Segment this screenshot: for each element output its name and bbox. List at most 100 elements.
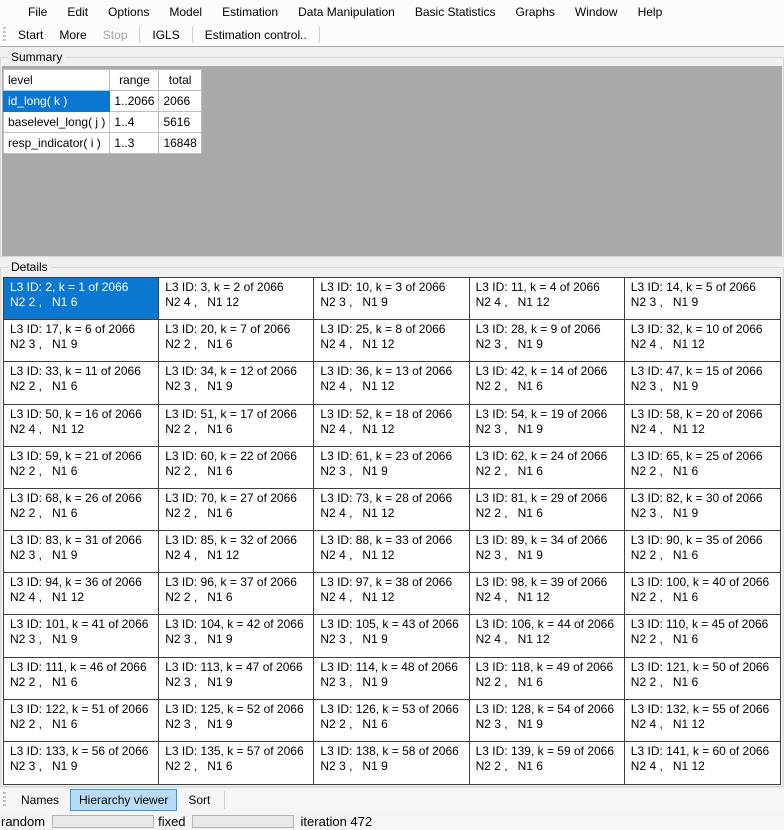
cell-counts-line: N2 2 , N1 6 [10,717,156,732]
toolbar-button-igls[interactable]: IGLS [144,24,187,46]
hierarchy-cell-k55[interactable]: L3 ID: 132, k = 55 of 2066N2 4 , N1 12 [625,700,780,742]
hierarchy-cell-k50[interactable]: L3 ID: 121, k = 50 of 2066N2 2 , N1 6 [625,658,780,700]
menu-item-edit[interactable]: Edit [57,1,98,23]
hierarchy-cell-k20[interactable]: L3 ID: 58, k = 20 of 2066N2 4 , N1 12 [625,405,780,447]
hierarchy-cell-k60[interactable]: L3 ID: 141, k = 60 of 2066N2 4 , N1 12 [625,742,780,784]
menu-item-data-manipulation[interactable]: Data Manipulation [288,1,405,23]
hierarchy-cell-k59[interactable]: L3 ID: 139, k = 59 of 2066N2 2 , N1 6 [470,742,625,784]
hierarchy-cell-k6[interactable]: L3 ID: 17, k = 6 of 2066N2 3 , N1 9 [4,320,159,362]
menu-item-help[interactable]: Help [628,1,673,23]
summary-row-id-long-k[interactable]: id_long( k )1..20662066 [4,91,202,112]
hierarchy-cell-k49[interactable]: L3 ID: 118, k = 49 of 2066N2 2 , N1 6 [470,658,625,700]
hierarchy-cell-k44[interactable]: L3 ID: 106, k = 44 of 2066N2 4 , N1 12 [470,615,625,657]
tab-names[interactable]: Names [12,789,68,811]
hierarchy-cell-k42[interactable]: L3 ID: 104, k = 42 of 2066N2 3 , N1 9 [159,615,314,657]
hierarchy-cell-k4[interactable]: L3 ID: 11, k = 4 of 2066N2 4 , N1 12 [470,278,625,320]
toolbar-gripper-handle[interactable] [3,27,6,43]
hierarchy-cell-k24[interactable]: L3 ID: 62, k = 24 of 2066N2 2 , N1 6 [470,447,625,489]
cell-counts-line: N2 4 , N1 12 [476,590,622,605]
hierarchy-cell-k58[interactable]: L3 ID: 138, k = 58 of 2066N2 3 , N1 9 [314,742,469,784]
hierarchy-cell-k54[interactable]: L3 ID: 128, k = 54 of 2066N2 3 , N1 9 [470,700,625,742]
hierarchy-cell-k18[interactable]: L3 ID: 52, k = 18 of 2066N2 4 , N1 12 [314,405,469,447]
hierarchy-cell-k47[interactable]: L3 ID: 113, k = 47 of 2066N2 3 , N1 9 [159,658,314,700]
toolbar-button-start[interactable]: Start [10,24,51,46]
hierarchy-cell-k25[interactable]: L3 ID: 65, k = 25 of 2066N2 2 , N1 6 [625,447,780,489]
hierarchy-cell-k37[interactable]: L3 ID: 96, k = 37 of 2066N2 2 , N1 6 [159,573,314,615]
summary-row-baselevel-long-j[interactable]: baselevel_long( j )1..45616 [4,112,202,133]
hierarchy-cell-k35[interactable]: L3 ID: 90, k = 35 of 2066N2 2 , N1 6 [625,531,780,573]
hierarchy-cell-k29[interactable]: L3 ID: 81, k = 29 of 2066N2 2 , N1 6 [470,489,625,531]
hierarchy-cell-k10[interactable]: L3 ID: 32, k = 10 of 2066N2 4 , N1 12 [625,320,780,362]
hierarchy-cell-k30[interactable]: L3 ID: 82, k = 30 of 2066N2 3 , N1 9 [625,489,780,531]
hierarchy-cell-k5[interactable]: L3 ID: 14, k = 5 of 2066N2 3 , N1 9 [625,278,780,320]
cell-counts-line: N2 4 , N1 12 [631,422,778,437]
hierarchy-cell-k1[interactable]: L3 ID: 2, k = 1 of 2066N2 2 , N1 6 [4,278,159,320]
hierarchy-cell-k45[interactable]: L3 ID: 110, k = 45 of 2066N2 2 , N1 6 [625,615,780,657]
hierarchy-cell-k43[interactable]: L3 ID: 105, k = 43 of 2066N2 3 , N1 9 [314,615,469,657]
tab-sort[interactable]: Sort [179,789,219,811]
hierarchy-cell-k48[interactable]: L3 ID: 114, k = 48 of 2066N2 3 , N1 9 [314,658,469,700]
hierarchy-cell-k38[interactable]: L3 ID: 97, k = 38 of 2066N2 4 , N1 12 [314,573,469,615]
tab-hierarchy-viewer[interactable]: Hierarchy viewer [70,789,177,811]
toolbar-button-more[interactable]: More [51,24,94,46]
hierarchy-cell-k41[interactable]: L3 ID: 101, k = 41 of 2066N2 3 , N1 9 [4,615,159,657]
hierarchy-cell-k14[interactable]: L3 ID: 42, k = 14 of 2066N2 2 , N1 6 [470,362,625,404]
cell-id-line: L3 ID: 34, k = 12 of 2066 [165,364,311,379]
menu-item-options[interactable]: Options [98,1,159,23]
summary-section: Summary levelrangetotal id_long( k )1..2… [0,48,784,258]
hierarchy-cell-k8[interactable]: L3 ID: 25, k = 8 of 2066N2 4 , N1 12 [314,320,469,362]
hierarchy-cell-k36[interactable]: L3 ID: 94, k = 36 of 2066N2 4 , N1 12 [4,573,159,615]
hierarchy-cell-k33[interactable]: L3 ID: 88, k = 33 of 2066N2 4 , N1 12 [314,531,469,573]
summary-row-resp-indicator-i[interactable]: resp_indicator( i )1..316848 [4,133,202,154]
cell-id-line: L3 ID: 85, k = 32 of 2066 [165,533,311,548]
summary-column-header-total: total [159,70,201,91]
hierarchy-cell-k11[interactable]: L3 ID: 33, k = 11 of 2066N2 2 , N1 6 [4,362,159,404]
hierarchy-cell-k12[interactable]: L3 ID: 34, k = 12 of 2066N2 3 , N1 9 [159,362,314,404]
toolbar-button-estimation-control[interactable]: Estimation control.. [197,24,315,46]
hierarchy-cell-k40[interactable]: L3 ID: 100, k = 40 of 2066N2 2 , N1 6 [625,573,780,615]
menu-item-estimation[interactable]: Estimation [212,1,288,23]
toolbar: StartMoreStopIGLSEstimation control.. [0,23,784,47]
summary-column-header-range: range [110,70,159,91]
hierarchy-cell-k17[interactable]: L3 ID: 51, k = 17 of 2066N2 2 , N1 6 [159,405,314,447]
hierarchy-cell-k13[interactable]: L3 ID: 36, k = 13 of 2066N2 4 , N1 12 [314,362,469,404]
hierarchy-cell-k34[interactable]: L3 ID: 89, k = 34 of 2066N2 3 , N1 9 [470,531,625,573]
hierarchy-cell-k52[interactable]: L3 ID: 125, k = 52 of 2066N2 3 , N1 9 [159,700,314,742]
hierarchy-cell-k27[interactable]: L3 ID: 70, k = 27 of 2066N2 2 , N1 6 [159,489,314,531]
hierarchy-cell-k57[interactable]: L3 ID: 135, k = 57 of 2066N2 2 , N1 6 [159,742,314,784]
hierarchy-cell-k53[interactable]: L3 ID: 126, k = 53 of 2066N2 2 , N1 6 [314,700,469,742]
hierarchy-cell-k26[interactable]: L3 ID: 68, k = 26 of 2066N2 2 , N1 6 [4,489,159,531]
cell-id-line: L3 ID: 32, k = 10 of 2066 [631,322,778,337]
menu-item-basic-statistics[interactable]: Basic Statistics [405,1,506,23]
hierarchy-cell-k51[interactable]: L3 ID: 122, k = 51 of 2066N2 2 , N1 6 [4,700,159,742]
hierarchy-cell-k19[interactable]: L3 ID: 54, k = 19 of 2066N2 3 , N1 9 [470,405,625,447]
hierarchy-cell-k21[interactable]: L3 ID: 59, k = 21 of 2066N2 2 , N1 6 [4,447,159,489]
cell-id-line: L3 ID: 114, k = 48 of 2066 [320,660,466,675]
hierarchy-cell-k56[interactable]: L3 ID: 133, k = 56 of 2066N2 3 , N1 9 [4,742,159,784]
hierarchy-cell-k31[interactable]: L3 ID: 83, k = 31 of 2066N2 3 , N1 9 [4,531,159,573]
hierarchy-cell-k15[interactable]: L3 ID: 47, k = 15 of 2066N2 3 , N1 9 [625,362,780,404]
details-title: Details [8,260,51,274]
cell-id-line: L3 ID: 125, k = 52 of 2066 [165,702,311,717]
hierarchy-cell-k32[interactable]: L3 ID: 85, k = 32 of 2066N2 4 , N1 12 [159,531,314,573]
hierarchy-cell-k28[interactable]: L3 ID: 73, k = 28 of 2066N2 4 , N1 12 [314,489,469,531]
menu-item-graphs[interactable]: Graphs [506,1,565,23]
tab-list: NamesHierarchy viewerSort [10,788,219,812]
menu-item-window[interactable]: Window [565,1,628,23]
hierarchy-cell-k9[interactable]: L3 ID: 28, k = 9 of 2066N2 3 , N1 9 [470,320,625,362]
hierarchy-cell-k22[interactable]: L3 ID: 60, k = 22 of 2066N2 2 , N1 6 [159,447,314,489]
hierarchy-cell-k7[interactable]: L3 ID: 20, k = 7 of 2066N2 2 , N1 6 [159,320,314,362]
toolbar-separator [139,26,140,43]
hierarchy-cell-k2[interactable]: L3 ID: 3, k = 2 of 2066N2 4 , N1 12 [159,278,314,320]
cell-counts-line: N2 3 , N1 9 [320,632,466,647]
summary-column-header-level: level [4,70,110,91]
hierarchy-cell-k16[interactable]: L3 ID: 50, k = 16 of 2066N2 4 , N1 12 [4,405,159,447]
hierarchy-cell-k3[interactable]: L3 ID: 10, k = 3 of 2066N2 3 , N1 9 [314,278,469,320]
hierarchy-cell-k46[interactable]: L3 ID: 111, k = 46 of 2066N2 2 , N1 6 [4,658,159,700]
tabbar-gripper-handle[interactable] [3,792,6,808]
hierarchy-cell-k39[interactable]: L3 ID: 98, k = 39 of 2066N2 4 , N1 12 [470,573,625,615]
hierarchy-cell-k23[interactable]: L3 ID: 61, k = 23 of 2066N2 3 , N1 9 [314,447,469,489]
menu-item-file[interactable]: File [18,1,57,23]
menu-item-model[interactable]: Model [159,1,212,23]
cell-counts-line: N2 4 , N1 12 [10,590,156,605]
